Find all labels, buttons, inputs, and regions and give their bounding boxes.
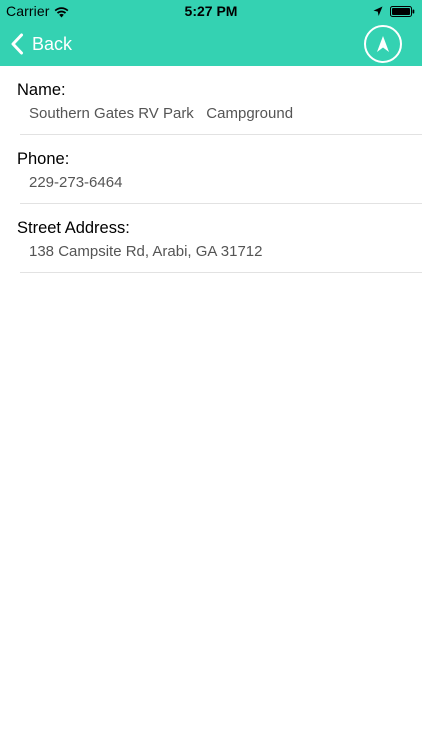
nav-bar: Back <box>0 22 422 66</box>
address-label: Street Address: <box>17 219 130 237</box>
name-label: Name: <box>17 81 66 99</box>
address-row: Street Address: 138 Campsite Rd, Arabi, … <box>0 204 422 273</box>
name-value: Southern Gates RV Park Campground <box>29 105 294 122</box>
chevron-left-icon <box>10 33 24 55</box>
navigate-button[interactable] <box>364 25 402 63</box>
header: Carrier 5:27 PM Back <box>0 0 422 66</box>
clock: 5:27 PM <box>184 3 238 19</box>
location-arrow-icon <box>373 4 383 16</box>
back-label: Back <box>32 33 73 54</box>
address-value[interactable]: 138 Campsite Rd, Arabi, GA 31712 <box>29 243 262 260</box>
status-bar: Carrier 5:27 PM <box>0 0 422 22</box>
back-button[interactable]: Back <box>10 30 72 58</box>
phone-row: Phone: 229-273-6464 <box>0 135 422 204</box>
battery-icon <box>390 4 415 17</box>
name-row: Name: Southern Gates RV Park Campground <box>0 66 422 135</box>
phone-label: Phone: <box>17 150 70 168</box>
details-list: Name: Southern Gates RV Park Campground … <box>0 66 422 273</box>
phone-value[interactable]: 229-273-6464 <box>29 174 122 191</box>
navigate-icon <box>376 35 390 53</box>
status-indicators <box>373 4 415 17</box>
divider <box>20 272 422 273</box>
